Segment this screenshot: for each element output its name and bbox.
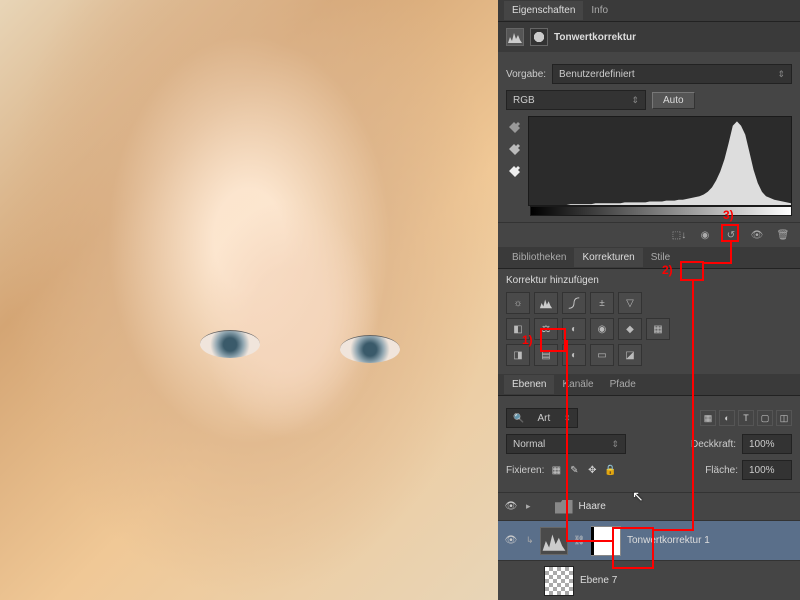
cursor-icon: ↖ bbox=[632, 488, 644, 505]
preset-dropdown[interactable]: Benutzerdefiniert bbox=[552, 64, 792, 84]
layer-name[interactable]: Ebene 7 bbox=[580, 575, 617, 586]
eyedropper-black-icon[interactable] bbox=[506, 120, 522, 136]
chevron-down-icon bbox=[777, 69, 785, 80]
annotation-line bbox=[704, 262, 732, 264]
annotation-line bbox=[566, 340, 568, 540]
document-canvas[interactable] bbox=[0, 0, 498, 600]
annotation-line bbox=[730, 242, 732, 262]
chevron-down-icon bbox=[631, 95, 639, 106]
filter-kind-value: Art bbox=[537, 413, 550, 424]
tab-libraries[interactable]: Bibliotheken bbox=[504, 248, 574, 267]
filter-shape-icon[interactable]: ▢ bbox=[757, 410, 773, 426]
tab-adjustments[interactable]: Korrekturen bbox=[574, 248, 642, 267]
tab-layers[interactable]: Ebenen bbox=[504, 375, 554, 394]
annotation-line bbox=[692, 281, 694, 529]
folder-icon bbox=[555, 500, 573, 514]
annotation-label-1: 1) bbox=[522, 333, 533, 347]
eye-icon[interactable] bbox=[502, 501, 520, 512]
adjustments-body: Korrektur hinzufügen ± ▽ ◧ ⚖ ◐ ◉ ◆ ▦ ◨ ▤… bbox=[498, 269, 800, 374]
opacity-label: Deckkraft: bbox=[691, 439, 736, 450]
selective-color-icon[interactable]: ◪ bbox=[618, 344, 642, 366]
opacity-input[interactable]: 100% bbox=[742, 434, 792, 454]
preset-value: Benutzerdefiniert bbox=[559, 69, 635, 80]
fill-value: 100% bbox=[749, 465, 775, 476]
brightness-contrast-icon[interactable] bbox=[506, 292, 530, 314]
annotation-label-3: 3) bbox=[723, 208, 734, 222]
color-balance-icon[interactable]: ⚖ bbox=[534, 318, 558, 340]
layer-name[interactable]: Haare bbox=[579, 501, 606, 512]
eyedropper-white-icon[interactable] bbox=[506, 164, 522, 180]
view-previous-icon[interactable]: ◉ bbox=[696, 227, 714, 243]
filter-pixel-icon[interactable]: ▦ bbox=[700, 410, 716, 426]
clip-indicator-icon: ↳ bbox=[526, 535, 534, 546]
tab-info[interactable]: Info bbox=[583, 1, 616, 20]
properties-tabs: Eigenschaften Info bbox=[498, 0, 800, 22]
exposure-icon[interactable]: ± bbox=[590, 292, 614, 314]
opacity-value: 100% bbox=[749, 439, 775, 450]
triangle-collapsed-icon[interactable] bbox=[526, 501, 531, 512]
chevron-down-icon bbox=[611, 439, 619, 450]
adjustment-title: Tonwertkorrektur bbox=[554, 32, 636, 43]
fill-input[interactable]: 100% bbox=[742, 460, 792, 480]
layers-tabs: Ebenen Kanäle Pfade bbox=[498, 374, 800, 396]
levels-thumb-icon bbox=[540, 527, 568, 555]
clip-to-layer-icon[interactable]: ⬚↓ bbox=[670, 227, 688, 243]
lock-label: Fixieren: bbox=[506, 465, 544, 476]
channel-value: RGB bbox=[513, 95, 535, 106]
filter-type-icon[interactable]: T bbox=[738, 410, 754, 426]
layer-pixel-row[interactable]: Ebene 7 bbox=[498, 560, 800, 600]
lock-pixels-icon[interactable]: ✎ bbox=[566, 462, 582, 478]
layer-adjustment-row[interactable]: ↳ ⛓ Tonwertkorrektur 1 bbox=[498, 520, 800, 560]
annotation-line bbox=[654, 529, 694, 531]
filter-smart-icon[interactable]: ◫ bbox=[776, 410, 792, 426]
lock-position-icon[interactable]: ✥ bbox=[584, 462, 600, 478]
visibility-icon[interactable]: 👁 bbox=[748, 227, 766, 243]
output-gradient[interactable] bbox=[530, 206, 792, 216]
channel-dropdown[interactable]: RGB bbox=[506, 90, 646, 110]
layer-thumb[interactable] bbox=[544, 566, 574, 596]
layer-name[interactable]: Tonwertkorrektur 1 bbox=[627, 535, 710, 546]
channel-mixer-icon[interactable]: ◆ bbox=[618, 318, 642, 340]
trash-icon[interactable]: 🗑 bbox=[774, 227, 792, 243]
fill-label: Fläche: bbox=[705, 465, 738, 476]
tab-channels[interactable]: Kanäle bbox=[554, 375, 601, 394]
blend-value: Normal bbox=[513, 439, 545, 450]
properties-body: Vorgabe: Benutzerdefiniert RGB Auto bbox=[498, 52, 800, 222]
curves-icon[interactable] bbox=[562, 292, 586, 314]
annotation-line bbox=[566, 540, 612, 542]
posterize-icon[interactable]: ▤ bbox=[534, 344, 558, 366]
mask-icon[interactable] bbox=[530, 28, 548, 46]
annotation-label-2: 2) bbox=[662, 263, 673, 277]
lock-transparency-icon[interactable]: ▦ bbox=[548, 462, 564, 478]
levels-icon bbox=[506, 28, 524, 46]
eye-icon[interactable] bbox=[502, 535, 520, 546]
layer-group-row[interactable]: Haare bbox=[498, 492, 800, 520]
lock-all-icon[interactable]: 🔒 bbox=[602, 462, 618, 478]
adjustments-tabs: Bibliotheken Korrekturen Stile bbox=[498, 247, 800, 269]
invert-icon[interactable]: ◨ bbox=[506, 344, 530, 366]
auto-button[interactable]: Auto bbox=[652, 92, 695, 109]
bw-icon[interactable]: ◐ bbox=[562, 318, 586, 340]
reset-icon[interactable]: ↺ bbox=[722, 227, 740, 243]
layers-body: 🔍 Art ▦ ◐ T ▢ ◫ Normal Deckkraft: bbox=[498, 396, 800, 600]
preset-label: Vorgabe: bbox=[506, 69, 546, 80]
eyedropper-gray-icon[interactable] bbox=[506, 142, 522, 158]
right-panels: Eigenschaften Info Tonwertkorrektur Vorg… bbox=[498, 0, 800, 600]
tab-properties[interactable]: Eigenschaften bbox=[504, 1, 583, 20]
vibrance-icon[interactable]: ▽ bbox=[618, 292, 642, 314]
color-lookup-icon[interactable]: ▦ bbox=[646, 318, 670, 340]
gradient-map-icon[interactable]: ▭ bbox=[590, 344, 614, 366]
levels-adj-icon[interactable] bbox=[534, 292, 558, 314]
properties-footer: ⬚↓ ◉ ↺ 👁 🗑 bbox=[498, 222, 800, 247]
add-adjustment-label: Korrektur hinzufügen bbox=[506, 275, 792, 286]
properties-header: Tonwertkorrektur bbox=[498, 22, 800, 52]
photo-filter-icon[interactable]: ◉ bbox=[590, 318, 614, 340]
levels-histogram[interactable] bbox=[528, 116, 792, 206]
filter-adj-icon[interactable]: ◐ bbox=[719, 410, 735, 426]
tab-paths[interactable]: Pfade bbox=[602, 375, 644, 394]
